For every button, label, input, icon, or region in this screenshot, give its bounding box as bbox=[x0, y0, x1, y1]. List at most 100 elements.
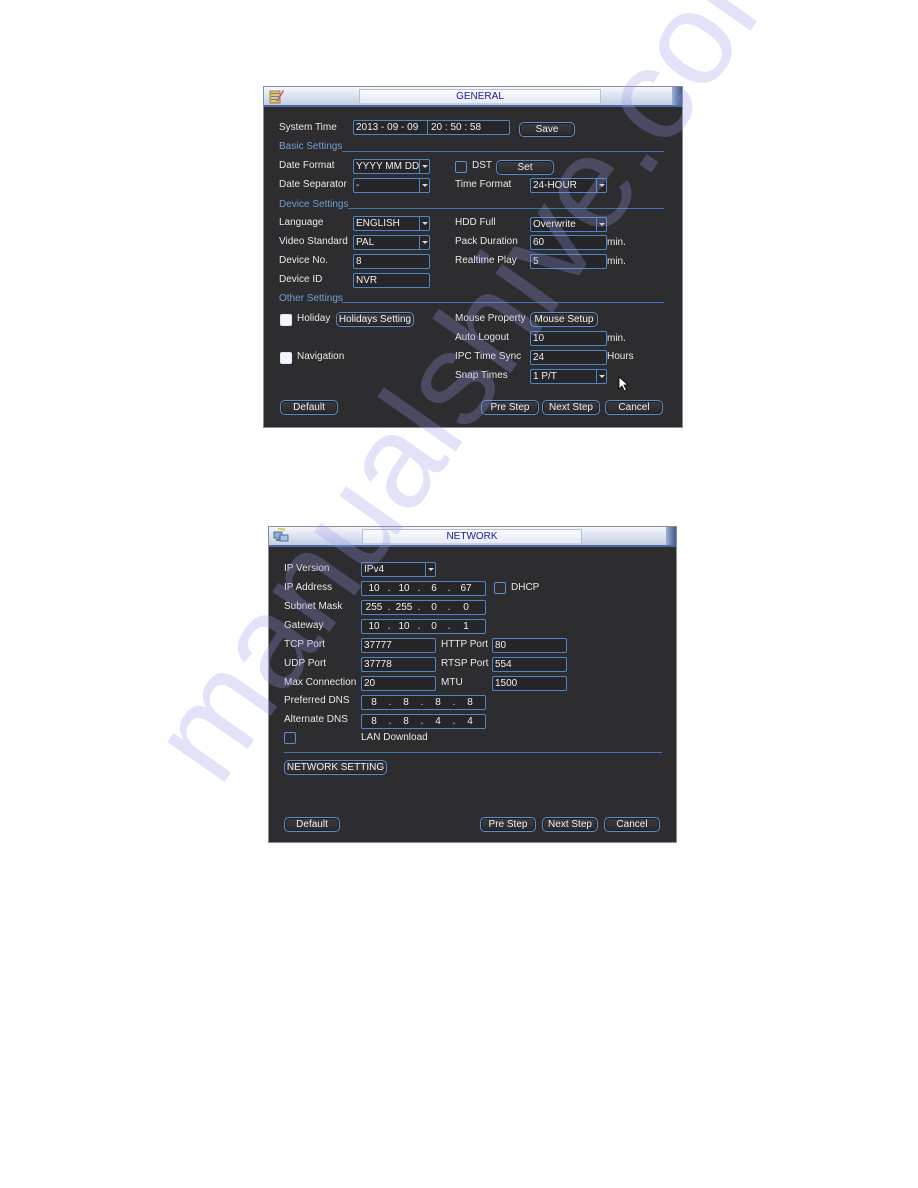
chevron-down-icon[interactable] bbox=[596, 370, 606, 383]
http-port-input[interactable]: 80 bbox=[492, 638, 567, 653]
pack-duration-label: Pack Duration bbox=[455, 236, 518, 247]
rtsp-port-input[interactable]: 554 bbox=[492, 657, 567, 672]
ipc-time-sync-label: IPC Time Sync bbox=[455, 351, 522, 362]
network-title: NETWORK bbox=[362, 529, 582, 543]
ipc-time-sync-input[interactable]: 24 bbox=[530, 350, 607, 365]
system-date-value[interactable]: 2013 - 09 - 09 bbox=[356, 121, 418, 134]
dst-checkbox[interactable] bbox=[455, 161, 467, 173]
ip-address-input[interactable]: 10. 10. 6. 67 bbox=[361, 581, 486, 596]
hdd-full-dropdown[interactable]: Overwrite bbox=[530, 217, 607, 232]
other-settings-heading: Other Settings bbox=[279, 293, 343, 304]
chevron-down-icon[interactable] bbox=[596, 218, 606, 231]
realtime-play-input[interactable]: 5 bbox=[530, 254, 607, 269]
system-time-value[interactable]: 20 : 50 : 58 bbox=[431, 121, 481, 134]
video-standard-dropdown[interactable]: PAL bbox=[353, 235, 430, 250]
next-step-button[interactable]: Next Step bbox=[542, 400, 600, 415]
udp-port-label: UDP Port bbox=[284, 658, 327, 669]
general-title: GENERAL bbox=[359, 89, 601, 103]
general-title-bar: GENERAL bbox=[264, 87, 682, 107]
mouse-setup-button[interactable]: Mouse Setup bbox=[530, 312, 598, 327]
holidays-setting-button[interactable]: Holidays Setting bbox=[336, 312, 414, 327]
device-no-input[interactable]: 8 bbox=[353, 254, 430, 269]
system-time-label: System Time bbox=[279, 122, 337, 133]
device-settings-heading: Device Settings bbox=[279, 199, 349, 210]
mtu-label: MTU bbox=[441, 677, 463, 688]
lan-download-checkbox[interactable] bbox=[284, 732, 296, 744]
ip-version-label: IP Version bbox=[284, 563, 330, 574]
time-format-dropdown[interactable]: 24-HOUR bbox=[530, 178, 607, 193]
holiday-label: Holiday bbox=[297, 313, 331, 324]
gateway-label: Gateway bbox=[284, 620, 324, 631]
max-connection-input[interactable]: 20 bbox=[361, 676, 436, 691]
device-id-input[interactable]: NVR bbox=[353, 273, 430, 288]
auto-logout-unit: min. bbox=[607, 333, 626, 344]
next-step-button[interactable]: Next Step bbox=[542, 817, 598, 832]
default-button[interactable]: Default bbox=[280, 400, 338, 415]
network-setting-button[interactable]: NETWORK SETTING bbox=[284, 760, 387, 775]
alternate-dns-label: Alternate DNS bbox=[284, 714, 348, 725]
language-label: Language bbox=[279, 217, 324, 228]
realtime-play-unit: min. bbox=[607, 256, 626, 267]
subnet-mask-input[interactable]: 255. 255. 0. 0 bbox=[361, 600, 486, 615]
default-button[interactable]: Default bbox=[284, 817, 340, 832]
subnet-mask-label: Subnet Mask bbox=[284, 601, 343, 612]
chevron-down-icon[interactable] bbox=[419, 236, 429, 249]
save-button[interactable]: Save bbox=[519, 122, 575, 137]
chevron-down-icon[interactable] bbox=[596, 179, 606, 192]
network-computers-icon bbox=[273, 528, 289, 542]
mouse-property-label: Mouse Property bbox=[455, 313, 526, 324]
holiday-checkbox[interactable] bbox=[280, 314, 292, 326]
ip-version-dropdown[interactable]: IPv4 bbox=[361, 562, 436, 577]
lan-download-label: LAN Download bbox=[361, 732, 428, 743]
hdd-full-label: HDD Full bbox=[455, 217, 496, 228]
cancel-button[interactable]: Cancel bbox=[604, 817, 660, 832]
chevron-down-icon[interactable] bbox=[425, 563, 435, 576]
time-format-label: Time Format bbox=[455, 179, 512, 190]
max-connection-label: Max Connection bbox=[284, 677, 357, 688]
pre-step-button[interactable]: Pre Step bbox=[481, 400, 539, 415]
mouse-cursor-icon bbox=[618, 376, 630, 392]
cancel-button[interactable]: Cancel bbox=[605, 400, 663, 415]
date-separator-dropdown[interactable]: - bbox=[353, 178, 430, 193]
ipc-time-sync-unit: Hours bbox=[607, 351, 634, 362]
basic-settings-heading: Basic Settings bbox=[279, 141, 343, 152]
date-format-label: Date Format bbox=[279, 160, 335, 171]
chevron-down-icon[interactable] bbox=[419, 217, 429, 230]
pack-duration-input[interactable]: 60 bbox=[530, 235, 607, 250]
alternate-dns-input[interactable]: 8.8.4.4 bbox=[361, 714, 486, 729]
device-id-label: Device ID bbox=[279, 274, 323, 285]
video-standard-label: Video Standard bbox=[279, 236, 348, 247]
snap-times-dropdown[interactable]: 1 P/T bbox=[530, 369, 607, 384]
language-dropdown[interactable]: ENGLISH bbox=[353, 216, 430, 231]
chevron-down-icon[interactable] bbox=[419, 179, 429, 192]
mtu-input[interactable]: 1500 bbox=[492, 676, 567, 691]
preferred-dns-label: Preferred DNS bbox=[284, 695, 350, 706]
network-title-bar: NETWORK bbox=[269, 527, 676, 547]
tcp-port-label: TCP Port bbox=[284, 639, 325, 650]
auto-logout-input[interactable]: 10 bbox=[530, 331, 607, 346]
gateway-input[interactable]: 10. 10. 0. 1 bbox=[361, 619, 486, 634]
preferred-dns-input[interactable]: 8.8.8.8 bbox=[361, 695, 486, 710]
system-time-field[interactable]: 2013 - 09 - 09 20 : 50 : 58 bbox=[353, 120, 510, 135]
chevron-down-icon[interactable] bbox=[419, 160, 429, 173]
settings-notepad-icon bbox=[269, 90, 284, 104]
device-no-label: Device No. bbox=[279, 255, 328, 266]
auto-logout-label: Auto Logout bbox=[455, 332, 509, 343]
network-dialog: NETWORK IP Version IPv4 IP Address 10. 10… bbox=[268, 526, 677, 843]
navigation-checkbox[interactable] bbox=[280, 352, 292, 364]
dst-set-button[interactable]: Set bbox=[496, 160, 554, 175]
http-port-label: HTTP Port bbox=[441, 639, 489, 650]
pre-step-button[interactable]: Pre Step bbox=[480, 817, 536, 832]
general-dialog: GENERAL System Time 2013 - 09 - 09 20 : … bbox=[263, 86, 683, 428]
ip-address-label: IP Address bbox=[284, 582, 333, 593]
dhcp-checkbox[interactable] bbox=[494, 582, 506, 594]
udp-port-input[interactable]: 37778 bbox=[361, 657, 436, 672]
date-format-dropdown[interactable]: YYYY MM DD bbox=[353, 159, 430, 174]
navigation-label: Navigation bbox=[297, 351, 345, 362]
snap-times-label: Snap Times bbox=[455, 370, 508, 381]
date-separator-label: Date Separator bbox=[279, 179, 347, 190]
pack-duration-unit: min. bbox=[607, 237, 626, 248]
realtime-play-label: Realtime Play bbox=[455, 255, 517, 266]
tcp-port-input[interactable]: 37777 bbox=[361, 638, 436, 653]
rtsp-port-label: RTSP Port bbox=[441, 658, 489, 669]
